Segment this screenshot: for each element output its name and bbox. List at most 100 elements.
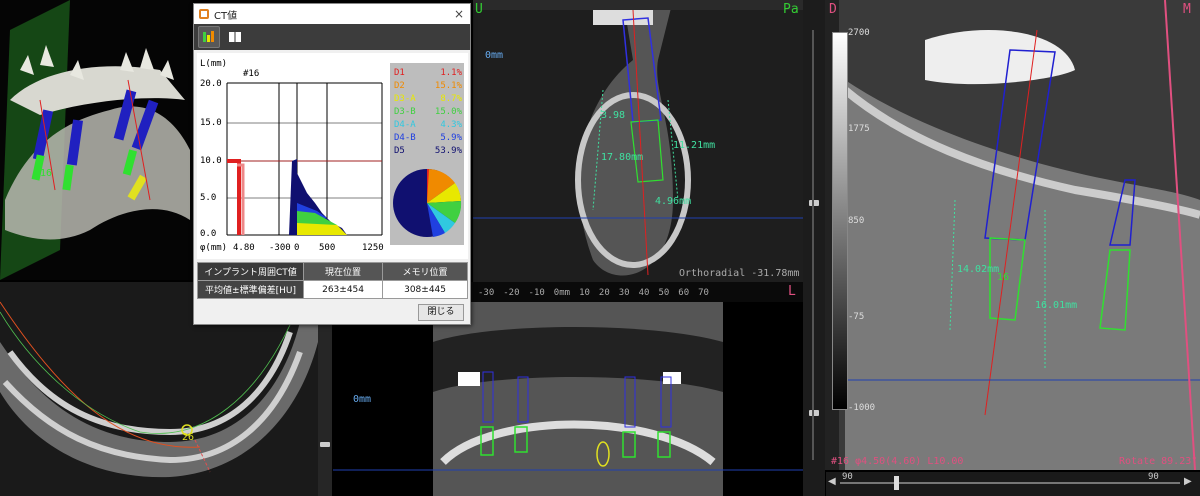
- ruler-tick: 20: [598, 288, 610, 298]
- close-icon[interactable]: ×: [448, 4, 470, 24]
- scroll-thumb[interactable]: [320, 442, 330, 447]
- detail-view[interactable]: D M 14.02mm 16 16.01mm #16 φ4.50(4.60) L…: [825, 0, 1200, 470]
- slider-left-value: 90: [842, 472, 853, 482]
- ruler-tick: 60: [678, 288, 690, 298]
- detail-label-d: D: [829, 2, 837, 17]
- table-header: 現在位置: [302, 262, 384, 281]
- pano-ruler: -30 -20 -10 0mm 10 20 30 40 50 60 70: [478, 288, 709, 298]
- phi-label: φ(mm): [200, 243, 228, 253]
- legend-item: D5 53.9%: [394, 145, 462, 158]
- legend-value: 53.9%: [434, 146, 462, 156]
- slider-right-arrow-icon[interactable]: ▶: [1184, 476, 1192, 487]
- dialog-title-bar[interactable]: CT値 ×: [194, 4, 470, 24]
- legend-label: D4-A: [394, 120, 416, 130]
- table-header: メモリ位置: [382, 262, 468, 281]
- y-tick: 5.0: [200, 193, 217, 203]
- ruler-tick: 40: [638, 288, 650, 298]
- slider-thumb[interactable]: [894, 476, 899, 490]
- scale-tick: 1775: [848, 124, 870, 134]
- detail-measure-2: 16.01mm: [1035, 300, 1078, 311]
- legend-value: 8.7%: [440, 94, 462, 104]
- ct-value-table: インプラント周囲CT値 現在位置 メモリ位置 平均値±標準偏差[HU] 263±…: [197, 262, 468, 299]
- hu-scale-bar: [832, 32, 848, 410]
- 3d-model-render: [0, 0, 190, 280]
- detail-label-m: M: [1183, 2, 1191, 17]
- ruler-tick: -30: [478, 288, 495, 298]
- cross-scrollbar[interactable]: [803, 0, 825, 496]
- dialog-toolbar: [194, 24, 470, 50]
- pano-depth-label: 0mm: [353, 394, 372, 405]
- 3d-model-view[interactable]: 16: [0, 0, 193, 280]
- chart-view-button[interactable]: [198, 26, 220, 48]
- x-tick: 1250: [362, 243, 384, 253]
- legend-value: 4.3%: [440, 120, 462, 130]
- table-row: 平均値±標準偏差[HU] 263±454 308±445: [197, 280, 468, 299]
- close-button[interactable]: 閉じる: [418, 304, 464, 321]
- ruler-tick: 0mm: [553, 288, 571, 298]
- ruler-tick: 30: [618, 288, 630, 298]
- memory-position-value: 308±445: [382, 280, 468, 299]
- legend-label: D5: [394, 146, 405, 156]
- detail-tooth-number: 16: [997, 272, 1010, 283]
- chart-icon: [203, 31, 214, 42]
- rotate-info: Rotate 89.23°: [1119, 456, 1198, 467]
- book-view-button[interactable]: [224, 26, 246, 48]
- scroll-thumb[interactable]: [809, 200, 819, 206]
- scale-tick: 2700: [848, 28, 870, 38]
- cross-measure-1: 3.98: [601, 110, 626, 121]
- dialog-title: CT値: [214, 10, 238, 22]
- cross-measure-4: 4.96mm: [655, 196, 692, 207]
- chart-y-title: L(mm): [200, 59, 228, 69]
- implant-info: #16 φ4.50(4.60) L10.00: [831, 456, 964, 467]
- legend-item: D3-B 15.0%: [394, 106, 462, 119]
- cross-label-pa: Pa: [783, 2, 799, 17]
- x-tick: 0: [294, 243, 300, 253]
- legend-label: D3-B: [394, 107, 416, 117]
- legend-label: D3-A: [394, 94, 416, 104]
- legend-value: 15.0%: [434, 107, 462, 117]
- 3d-model-label: 16: [40, 168, 53, 179]
- scroll-thumb[interactable]: [809, 410, 819, 416]
- ct-chart: L(mm) #16 20.0 15.0 10.0 5.0 0.0 φ(mm) 4…: [197, 53, 468, 259]
- y-tick: 20.0: [200, 79, 222, 89]
- scale-tick: 850: [848, 216, 865, 226]
- legend-item: D1 1.1%: [394, 67, 462, 80]
- legend-value: 5.9%: [440, 133, 462, 143]
- y-tick: 0.0: [200, 229, 217, 239]
- slider-track[interactable]: [840, 482, 1180, 484]
- density-legend: D1 1.1% D2 15.1% D3-A 8.7% D3-B 15.0% D4-A 4.…: [394, 67, 462, 158]
- ruler-tick: 10: [579, 288, 590, 298]
- slider-right-value: 90: [1148, 472, 1159, 482]
- ruler-tick: 50: [658, 288, 670, 298]
- scale-tick: -1000: [848, 403, 876, 413]
- current-position-value: 263±454: [302, 280, 384, 299]
- legend-item: D2 15.1%: [394, 80, 462, 93]
- cross-origin-label: 0mm: [485, 50, 504, 61]
- ruler-tick: 70: [698, 288, 709, 298]
- cross-section-view[interactable]: U Pa 0mm 3.98 11.21mm 17.80mm 4.96mm Ort…: [473, 0, 803, 282]
- legend-label: D2: [394, 81, 405, 91]
- table-header-row: インプラント周囲CT値 現在位置 メモリ位置: [197, 262, 468, 281]
- legend-value: 1.1%: [440, 68, 462, 78]
- cross-section-render: [473, 0, 803, 282]
- x-tick: 4.80: [233, 243, 255, 253]
- implant-planning-workspace: 16 26 U Pa 0mm 3.98 11.21mm 17.80mm 4.96…: [0, 0, 1200, 496]
- slider-left-arrow-icon[interactable]: ◀: [828, 476, 836, 487]
- x-tick: -300: [269, 243, 291, 253]
- axial-marker: 26: [182, 432, 195, 443]
- cross-measure-2: 11.21mm: [673, 140, 716, 151]
- scale-tick: -75: [848, 312, 865, 322]
- cross-orientation: Orthoradial -31.78mm: [679, 268, 800, 279]
- rotate-slider[interactable]: ◀ 90 90 ▶: [826, 472, 1200, 496]
- legend-label: D4-B: [394, 133, 416, 143]
- app-icon: [199, 9, 209, 19]
- legend-label: D1: [394, 68, 405, 78]
- y-tick: 15.0: [200, 118, 222, 128]
- ct-value-dialog[interactable]: CT値 × L(mm) #16 20.0 15.0 10.0 5.0 0.0 φ…: [193, 3, 471, 325]
- cross-label-u: U: [475, 2, 483, 17]
- legend-item: D4-A 4.3%: [394, 119, 462, 132]
- cross-measure-3: 17.80mm: [601, 152, 644, 163]
- ruler-tick: -20: [503, 288, 520, 298]
- legend-item: D3-A 8.7%: [394, 93, 462, 106]
- table-header: インプラント周囲CT値: [197, 262, 304, 281]
